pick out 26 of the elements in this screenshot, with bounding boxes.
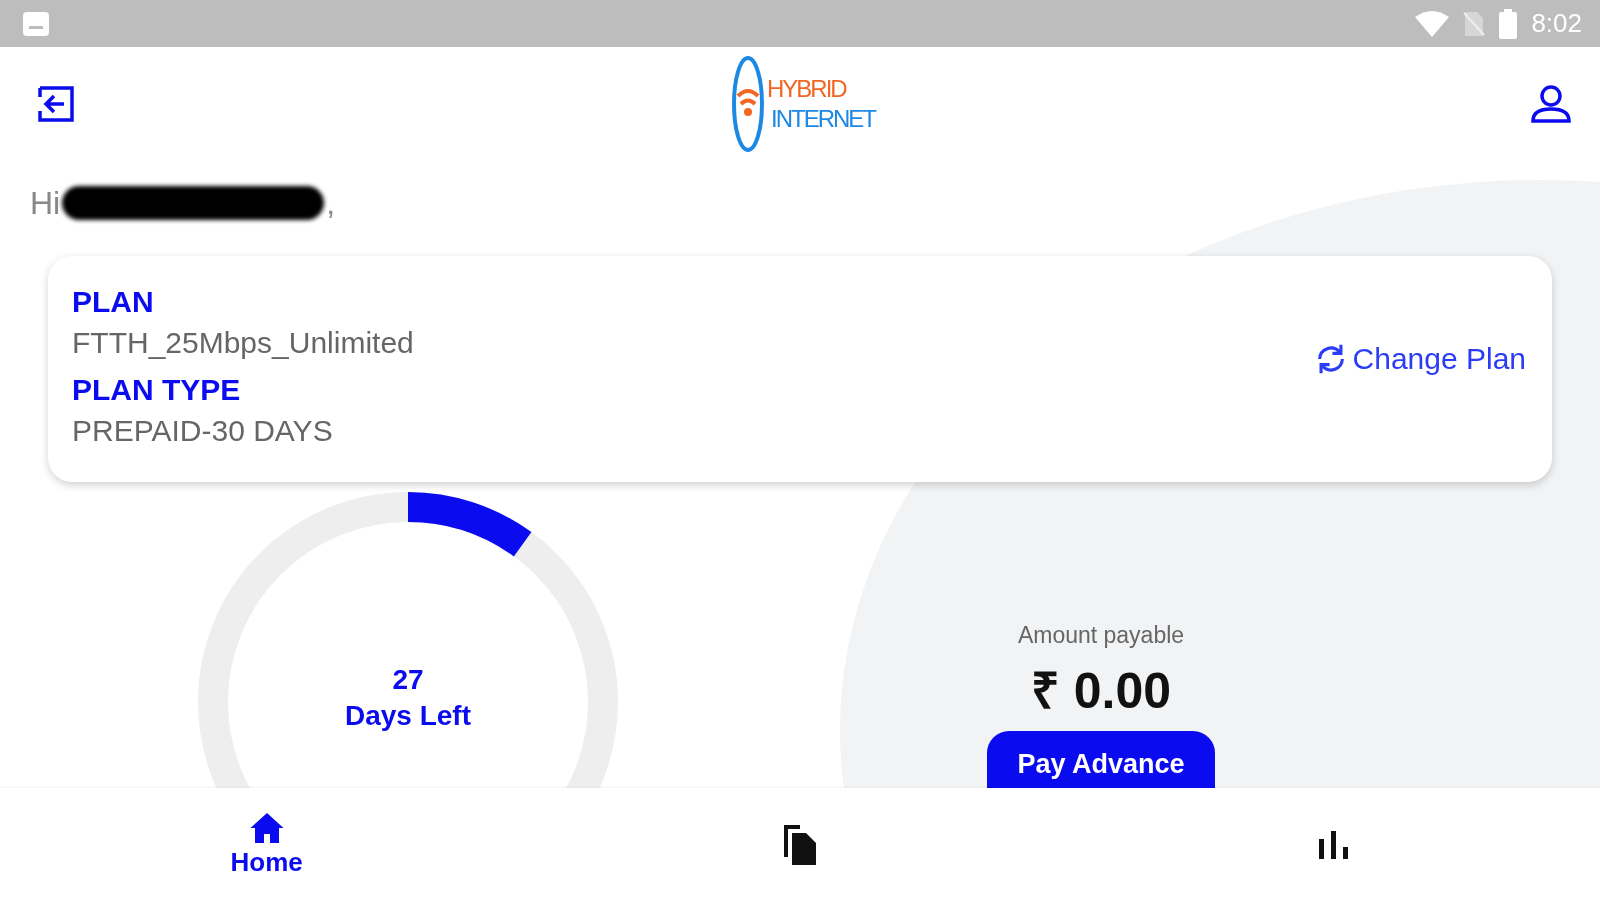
days-label: Days Left [344,699,471,733]
user-icon [1530,82,1572,125]
plan-type-value: PREPAID-30 DAYS [72,413,334,449]
plan-label: PLAN [72,284,155,320]
home-icon [248,810,285,845]
image-notification-icon [22,10,50,37]
change-plan-button[interactable]: Change Plan [1312,342,1526,376]
amount-value: ₹ 0.00 [1030,662,1172,721]
plan-value: FTTH_25Mbps_Unlimited [72,325,414,361]
pay-advance-button[interactable]: Pay Advance [987,731,1215,788]
wifi-logo-icon [731,53,765,154]
logo-text: INTERNET [771,103,875,134]
greeting-text: Hi [30,184,61,222]
profile-button[interactable] [1530,82,1572,125]
plan-type-label: PLAN TYPE [72,372,242,408]
battery-icon [1499,8,1518,39]
logout-button[interactable] [36,84,76,123]
amount-label: Amount payable [1017,622,1185,649]
logout-icon [36,84,76,123]
status-time: 8:02 [1531,8,1582,39]
logo-text: HYBRID [767,73,848,104]
greeting-punctuation: , [326,184,336,222]
bar-chart-icon [1317,829,1350,859]
days-count: 27 [392,663,424,697]
no-sim-icon [1463,9,1486,38]
wifi-icon [1415,10,1450,37]
